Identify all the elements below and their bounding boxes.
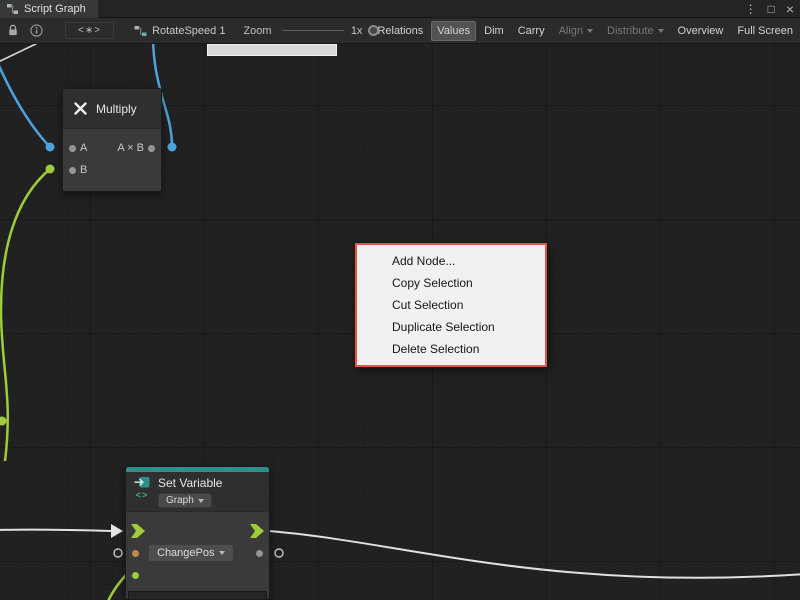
zoom-slider[interactable]: [282, 25, 344, 37]
port-label-result: A × B: [117, 142, 144, 154]
port-label-b: B: [80, 164, 87, 176]
align-button: Align: [553, 21, 599, 41]
set-variable-header[interactable]: <> Set Variable Graph: [126, 472, 269, 512]
graph-ref-icon: [134, 25, 147, 37]
variable-input-port[interactable]: [132, 550, 139, 557]
variable-output-port[interactable]: [256, 550, 263, 557]
wire-green-left: [1, 169, 50, 461]
menu-item-copy-selection[interactable]: Copy Selection: [357, 272, 545, 294]
wire-endpoint-blue: [46, 143, 55, 152]
graph-reference[interactable]: RotateSpeed 1: [134, 25, 225, 37]
flow-row: [126, 520, 269, 542]
tab-script-graph[interactable]: Script Graph: [0, 0, 98, 18]
embedded-node-strip: [128, 591, 267, 600]
zoom-slider-knob[interactable]: [368, 25, 379, 36]
graph-reference-label: RotateSpeed 1: [152, 25, 225, 37]
caret-down-icon: [219, 551, 225, 555]
wire-blue-left: [0, 50, 50, 147]
flow-output-arrow[interactable]: [250, 524, 264, 538]
flow-arrowhead: [111, 524, 123, 538]
dim-button[interactable]: Dim: [478, 21, 510, 41]
variable-name-dropdown[interactable]: ChangePos: [148, 544, 234, 562]
wire-endpoint-green: [0, 417, 7, 426]
menu-item-duplicate-selection[interactable]: Duplicate Selection: [357, 316, 545, 338]
values-button[interactable]: Values: [431, 21, 476, 41]
flow-input-arrow[interactable]: [131, 524, 145, 538]
menu-item-cut-selection[interactable]: Cut Selection: [357, 294, 545, 316]
set-variable-icon: [134, 476, 150, 489]
multiply-header[interactable]: Multiply: [63, 89, 161, 129]
graph-scope-icon: <>: [136, 490, 149, 500]
graph-toolbar: <∗> RotateSpeed 1 Zoom 1x Relations Valu…: [0, 18, 800, 44]
wire-white-flow-out: [268, 531, 800, 578]
window-menu-icon[interactable]: ⋮: [745, 0, 757, 18]
port-ring: [275, 549, 283, 557]
title-bar: Script Graph ⋮ □ ×: [0, 0, 800, 18]
caret-down-icon: [587, 29, 593, 33]
multiply-icon: [73, 101, 88, 116]
overview-button[interactable]: Overview: [672, 21, 730, 41]
script-graph-icon: [6, 3, 19, 15]
maximize-icon[interactable]: □: [768, 0, 775, 18]
zoom-value: 1x: [351, 25, 363, 37]
carry-button[interactable]: Carry: [512, 21, 551, 41]
node-set-variable[interactable]: <> Set Variable Graph: [125, 466, 270, 600]
input-port-a[interactable]: [69, 145, 76, 152]
menu-item-delete-selection[interactable]: Delete Selection: [357, 338, 545, 360]
distribute-button: Distribute: [601, 21, 669, 41]
zoom-slider-track: [282, 30, 344, 31]
value-input-port[interactable]: [132, 572, 139, 579]
node-multiply[interactable]: Multiply A A × B B: [62, 88, 162, 192]
info-icon[interactable]: [30, 24, 43, 37]
tab-title: Script Graph: [24, 3, 86, 15]
caret-down-icon: [198, 499, 204, 503]
node-title: Multiply: [96, 102, 137, 116]
close-icon[interactable]: ×: [786, 0, 794, 18]
relations-button[interactable]: Relations: [371, 21, 429, 41]
port-ring: [114, 549, 122, 557]
output-port-result[interactable]: [148, 145, 155, 152]
wire-green-bottom: [99, 575, 126, 600]
menu-item-add-node[interactable]: Add Node...: [357, 250, 545, 272]
value-row: [126, 564, 269, 586]
wire-white-topleft: [0, 44, 42, 64]
lock-icon[interactable]: [7, 24, 19, 37]
input-port-b[interactable]: [69, 167, 76, 174]
wire-endpoint-green: [46, 165, 55, 174]
wire-endpoint-blue: [168, 143, 177, 152]
caret-down-icon: [658, 29, 664, 33]
port-label-a: A: [80, 142, 87, 154]
context-menu: Add Node... Copy Selection Cut Selection…: [355, 243, 547, 367]
variable-row: ChangePos: [126, 542, 269, 564]
wire-white-flow-in: [0, 530, 111, 531]
node-title: Set Variable: [158, 476, 222, 490]
code-preview-button[interactable]: <∗>: [65, 22, 114, 39]
floating-field: [207, 44, 337, 56]
zoom-label: Zoom: [243, 25, 271, 37]
full-screen-button[interactable]: Full Screen: [731, 21, 799, 41]
variable-scope-dropdown[interactable]: Graph: [158, 493, 212, 508]
